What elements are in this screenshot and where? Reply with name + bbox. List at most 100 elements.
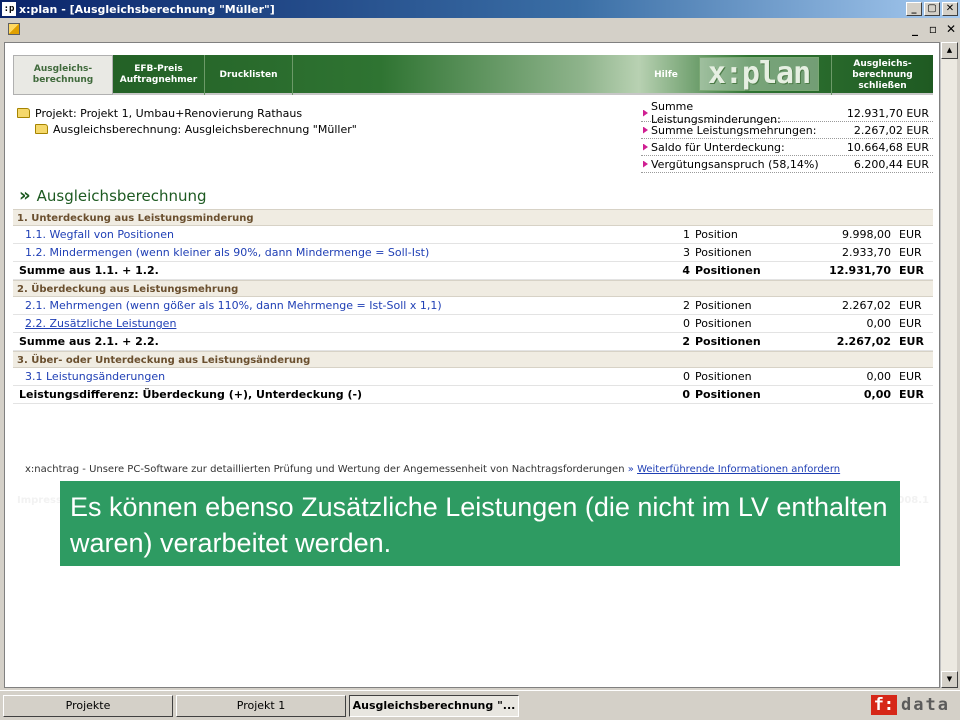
row-unit: Positionen <box>695 264 761 277</box>
calculation-row[interactable]: Ausgleichsberechnung: Ausgleichsberechnu… <box>17 121 357 137</box>
tab-ausgleichsberechnung[interactable]: Ausgleichs- berechnung <box>13 55 113 95</box>
app-icon: :p <box>2 2 16 16</box>
minimize-button[interactable]: _ <box>906 2 922 16</box>
difference-row: Leistungsdifferenz: Überdeckung (+), Unt… <box>13 386 933 404</box>
calculation-line: Ausgleichsberechnung: Ausgleichsberechnu… <box>53 122 357 136</box>
window-title: x:plan - [Ausgleichsberechnung "Müller"] <box>19 2 275 16</box>
sum-row-1: Summe aus 1.1. + 1.2. 4 Positionen 12.93… <box>13 262 933 280</box>
row-value: 2.267,02 <box>842 299 891 312</box>
scroll-up-icon[interactable]: ▲ <box>941 42 958 59</box>
summary-label: Summe Leistungsmehrungen: <box>651 123 817 137</box>
sum-row-2: Summe aus 2.1. + 2.2. 2 Positionen 2.267… <box>13 333 933 351</box>
row-link-1-2[interactable]: 1.2. Mindermengen (wenn kleiner als 90%,… <box>13 246 679 259</box>
brand-data: data <box>901 695 950 715</box>
row-count: 0 <box>683 317 690 330</box>
project-breadcrumb: Projekt: Projekt 1, Umbau+Renovierung Ra… <box>17 105 357 137</box>
sum-label: Summe aus 1.1. + 1.2. <box>19 264 159 277</box>
section-header-2: 2. Überdeckung aus Leistungsmehrung <box>13 280 933 297</box>
summary-value: 12.931,70 EUR <box>846 106 929 120</box>
close-button[interactable]: ✕ <box>942 2 958 16</box>
summary-value: 10.664,68 EUR <box>846 140 929 154</box>
content-area: Ausgleichs- berechnung EFB-Preis Auftrag… <box>4 42 940 688</box>
tab-drucklisten[interactable]: Drucklisten <box>205 55 293 95</box>
more-info-link[interactable]: Weiterführende Informationen anfordern <box>637 464 840 475</box>
bullet-icon <box>643 109 648 117</box>
project-row[interactable]: Projekt: Projekt 1, Umbau+Renovierung Ra… <box>17 105 357 121</box>
row-link-2-1[interactable]: 2.1. Mehrmengen (wenn gößer als 110%, da… <box>13 299 679 312</box>
task-projekte[interactable]: Projekte <box>3 694 173 717</box>
close-calculation-button[interactable]: Ausgleichs- berechnung schließen <box>831 55 933 95</box>
row-currency: EUR <box>899 370 922 383</box>
summary-value: 6.200,44 EUR <box>853 157 929 171</box>
summary-label: Saldo für Unterdeckung: <box>651 140 785 154</box>
row-currency: EUR <box>899 228 922 241</box>
fdata-logo: f: data <box>870 695 950 715</box>
folder-open-icon <box>35 124 48 134</box>
row-count: 0 <box>683 370 690 383</box>
row-currency: EUR <box>899 264 924 277</box>
task-projekt-1[interactable]: Projekt 1 <box>176 694 346 717</box>
summary-box: Summe Leistungsminderungen: 12.931,70 EU… <box>641 100 933 173</box>
row-count: 2 <box>682 335 690 348</box>
row-count: 0 <box>682 388 690 401</box>
row-value: 2.267,02 <box>836 335 891 348</box>
section-header-1: 1. Unterdeckung aus Leistungsminderung <box>13 209 933 226</box>
table-row[interactable]: 1.1. Wegfall von Positionen 1 Position 9… <box>13 226 933 244</box>
row-count: 4 <box>682 264 690 277</box>
navigation-bar: Ausgleichs- berechnung EFB-Preis Auftrag… <box>13 55 933 95</box>
summary-row: Summe Leistungsminderungen: 12.931,70 EU… <box>641 100 933 126</box>
table-row[interactable]: 1.2. Mindermengen (wenn kleiner als 90%,… <box>13 244 933 262</box>
row-value: 9.998,00 <box>842 228 891 241</box>
row-currency: EUR <box>899 317 922 330</box>
table-row[interactable]: 2.1. Mehrmengen (wenn gößer als 110%, da… <box>13 297 933 315</box>
summary-label: Vergütungsanspruch (58,14%) <box>651 157 819 171</box>
window-taskbar: Projekte Projekt 1 Ausgleichsberechnung … <box>0 690 960 720</box>
summary-row: Vergütungsanspruch (58,14%) 6.200,44 EUR <box>641 156 933 173</box>
row-count: 2 <box>683 299 690 312</box>
chevron-icon: » <box>19 185 31 206</box>
project-line: Projekt: Projekt 1, Umbau+Renovierung Ra… <box>35 106 303 120</box>
bullet-icon <box>643 160 648 168</box>
row-currency: EUR <box>899 299 922 312</box>
maximize-button[interactable]: ▢ <box>924 2 940 16</box>
row-unit: Positionen <box>695 246 752 259</box>
vertical-scrollbar[interactable]: ▲ ▼ <box>940 42 958 688</box>
row-value: 0,00 <box>866 317 892 330</box>
mdi-close-button[interactable]: ✕ <box>942 22 960 36</box>
app-frame: Ausgleichs- berechnung EFB-Preis Auftrag… <box>13 55 933 475</box>
row-unit: Positionen <box>695 370 752 383</box>
page-title-text: Ausgleichsberechnung <box>36 187 207 205</box>
row-currency: EUR <box>899 246 922 259</box>
row-unit: Positionen <box>695 299 752 312</box>
folder-open-icon <box>17 108 30 118</box>
row-unit: Position <box>695 228 738 241</box>
table-row[interactable]: 3.1 Leistungsänderungen 0 Positionen 0,0… <box>13 368 933 386</box>
help-link[interactable]: Hilfe <box>641 55 691 95</box>
section-header-3: 3. Über- oder Unterdeckung aus Leistungs… <box>13 351 933 368</box>
window-title-bar[interactable]: :p x:plan - [Ausgleichsberechnung "Mülle… <box>0 0 960 18</box>
row-link-2-2[interactable]: 2.2. Zusätzliche Leistungen <box>13 317 679 330</box>
scroll-down-icon[interactable]: ▼ <box>941 671 958 688</box>
row-unit: Positionen <box>695 388 761 401</box>
task-ausgleichsberechnung[interactable]: Ausgleichsberechnung "... <box>349 694 519 717</box>
caption-overlay: Es können ebenso Zusätzliche Leistungen … <box>60 481 900 566</box>
summary-value: 2.267,02 EUR <box>853 123 929 137</box>
mdi-minimize-button[interactable]: _ <box>906 22 924 36</box>
tab-efb-preis[interactable]: EFB-Preis Auftragnehmer <box>113 55 205 95</box>
row-currency: EUR <box>899 335 924 348</box>
summary-label: Summe Leistungsminderungen: <box>651 100 781 126</box>
row-link-1-1[interactable]: 1.1. Wegfall von Positionen <box>13 228 679 241</box>
sum-label: Leistungsdifferenz: Überdeckung (+), Unt… <box>19 388 363 401</box>
table-row[interactable]: 2.2. Zusätzliche Leistungen 0 Positionen… <box>13 315 933 333</box>
brand-f: f: <box>870 695 898 715</box>
row-link-3-1[interactable]: 3.1 Leistungsänderungen <box>13 370 679 383</box>
summary-row: Summe Leistungsmehrungen: 2.267,02 EUR <box>641 122 933 139</box>
summary-row: Saldo für Unterdeckung: 10.664,68 EUR <box>641 139 933 156</box>
mdi-menu-bar: _ ▫ ✕ <box>0 18 960 40</box>
row-value: 12.931,70 <box>829 264 891 277</box>
bullet-icon <box>643 143 648 151</box>
page-title: » Ausgleichsberechnung <box>19 185 207 206</box>
document-icon[interactable] <box>8 23 20 35</box>
mdi-restore-button[interactable]: ▫ <box>924 22 942 36</box>
calculation-table: 1. Unterdeckung aus Leistungsminderung 1… <box>13 209 933 404</box>
